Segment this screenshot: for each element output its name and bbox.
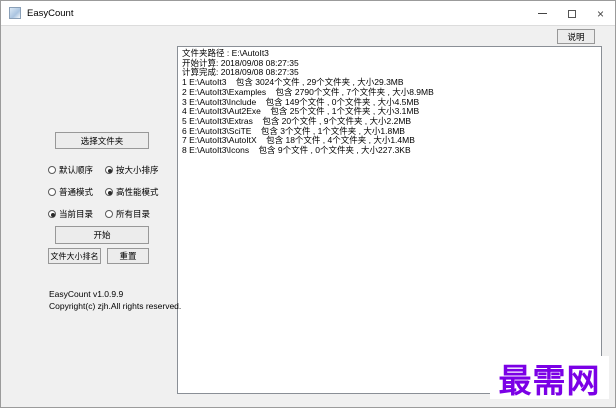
window-controls: × [528,1,615,26]
maximize-button[interactable] [557,1,586,26]
radio-icon [48,210,56,218]
radio-label: 高性能模式 [116,187,159,197]
radio-icon [48,188,56,196]
radio-icon [105,166,113,174]
file-size-rank-button[interactable]: 文件大小排名 [48,248,101,264]
select-folder-button[interactable]: 选择文件夹 [55,132,149,149]
version-label: EasyCount v1.0.9.9 [49,289,124,299]
window-title: EasyCount [27,8,74,19]
radio-option-0[interactable]: 默认顺序 [48,164,105,176]
radio-label: 默认顺序 [59,165,94,175]
radio-option-4[interactable]: 当前目录 [48,208,105,220]
close-button[interactable]: × [586,1,615,26]
start-button[interactable]: 开始 [55,226,149,244]
close-icon: × [596,6,604,21]
app-icon [9,7,21,19]
radio-label: 按大小排序 [116,165,159,175]
radio-label: 普通模式 [59,187,94,197]
radio-icon [105,210,113,218]
help-button[interactable]: 说明 [557,29,595,44]
titlebar: EasyCount × [1,1,615,26]
radio-icon [105,188,113,196]
minimize-button[interactable] [528,1,557,26]
reset-button[interactable]: 重置 [107,248,149,264]
radio-label: 所有目录 [116,209,151,219]
watermark: 最需网 [490,356,609,400]
radio-option-3[interactable]: 高性能模式 [105,186,168,198]
radio-option-1[interactable]: 按大小排序 [105,164,168,176]
output-area[interactable]: 文件夹路径 : E:\AutoIt3 开始计算: 2018/09/08 08:27… [177,46,602,394]
copyright-label: Copyright(c) zjh.All rights reserved. [49,301,182,311]
radio-option-5[interactable]: 所有目录 [105,208,168,220]
easycount-window: EasyCount × 说明 文件夹路径 : E:\AutoIt3 开始计算: 2… [0,0,616,408]
maximize-icon [567,9,576,18]
radio-option-2[interactable]: 普通模式 [48,186,105,198]
radio-group: 默认顺序 按大小排序普通模式 高性能模式当前目录 所有目录 [48,164,168,220]
radio-label: 当前目录 [59,209,94,219]
output-line: 8 E:\AutoIt3\Icons 包含 9个文件 , 0个文件夹 , 大小2… [182,145,411,156]
radio-icon [48,166,56,174]
minimize-icon [538,13,547,14]
